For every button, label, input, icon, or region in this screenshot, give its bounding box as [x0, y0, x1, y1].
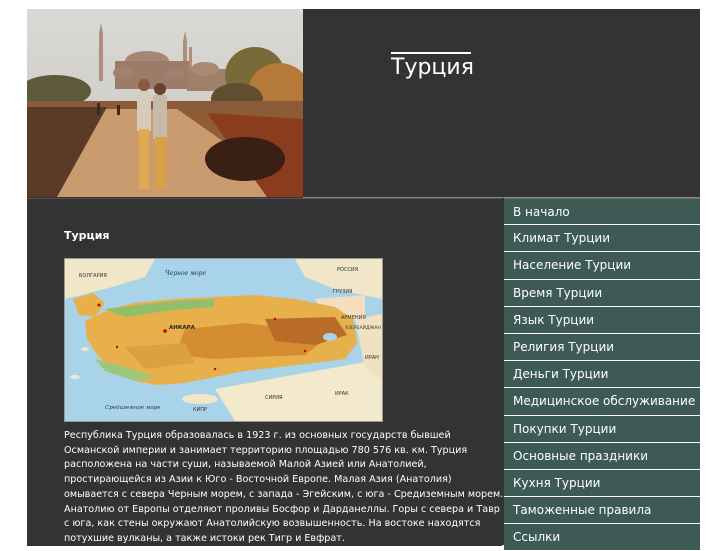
map-label-iran: ИРАН	[365, 355, 379, 361]
page-frame: Турция Турция БОЛГАРИЯ Черное море РОССИ…	[27, 9, 700, 551]
nav-item-population[interactable]: Население Турции	[504, 252, 700, 280]
intro-paragraph: Республика Турция образовалась в 1923 г.…	[64, 430, 504, 544]
map-label-black-sea: Черное море	[165, 270, 206, 277]
map-label-armenia: АРМЕНИЯ	[341, 315, 366, 321]
title-underline	[391, 52, 471, 54]
nav-item-holidays[interactable]: Основные праздники	[504, 442, 700, 470]
turkey-map: БОЛГАРИЯ Черное море РОССИЯ ГРУЗИЯ АНКАР…	[64, 258, 383, 422]
sidebar-nav: В начало Климат Турции Население Турции …	[504, 198, 700, 551]
nav-item-climate[interactable]: Климат Турции	[504, 225, 700, 253]
nav-item-customs[interactable]: Таможенные правила	[504, 497, 700, 525]
map-label-azerbaijan: АЗЕРБАЙДЖАН	[345, 324, 381, 331]
nav-item-medical[interactable]: Медицинское обслуживание	[504, 388, 700, 416]
hagia-sophia-photo	[27, 9, 303, 197]
map-label-iraq: ИРАК	[335, 391, 349, 397]
map-image: БОЛГАРИЯ Черное море РОССИЯ ГРУЗИЯ АНКАР…	[65, 259, 382, 421]
header-photo	[27, 9, 303, 197]
map-label-georgia: ГРУЗИЯ	[333, 289, 353, 295]
nav-item-religion[interactable]: Религия Турции	[504, 333, 700, 362]
nav-item-shopping[interactable]: Покупки Турции	[504, 415, 700, 443]
map-label-ankara: АНКАРА	[169, 325, 196, 331]
nav-item-money[interactable]: Деньги Турции	[504, 361, 700, 389]
nav-item-time[interactable]: Время Турции	[504, 279, 700, 307]
map-label-russia: РОССИЯ	[337, 267, 358, 273]
page-heading: Турция	[64, 229, 110, 242]
nav-item-home[interactable]: В начало	[504, 198, 700, 226]
map-label-cyprus: КИПР	[193, 407, 207, 413]
nav-item-language[interactable]: Язык Турции	[504, 306, 700, 334]
site-title: Турция	[391, 55, 474, 80]
nav-item-cuisine[interactable]: Кухня Турции	[504, 469, 700, 498]
map-label-syria: СИРИЯ	[265, 395, 282, 401]
nav-item-links[interactable]: Ссылки	[504, 524, 700, 551]
main-content: Турция БОЛГАРИЯ Черное море РОССИЯ ГРУЗИ…	[27, 198, 504, 546]
header-bar: Турция	[303, 9, 700, 198]
map-label-med-sea: Средиземное море	[105, 405, 161, 411]
map-label-bulgaria: БОЛГАРИЯ	[79, 273, 107, 279]
